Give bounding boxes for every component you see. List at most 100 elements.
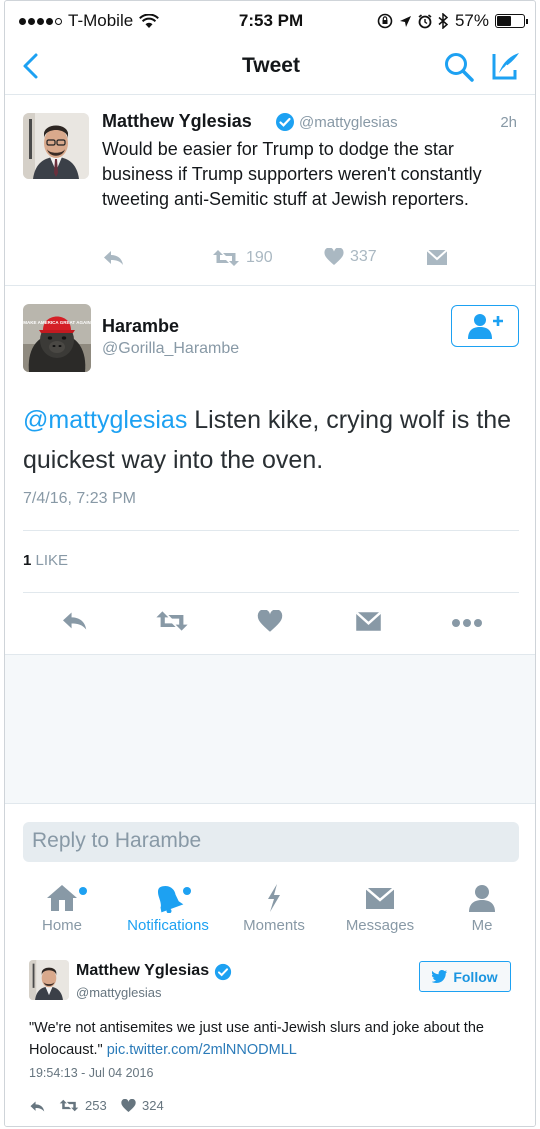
- add-user-icon: [468, 314, 503, 339]
- divider: [23, 592, 519, 593]
- tab-notifications[interactable]: Notifications: [115, 883, 221, 934]
- battery-percent: 57%: [454, 11, 489, 30]
- new-content-dot: [79, 887, 87, 895]
- person-icon: [469, 885, 495, 912]
- phone-screenshot-frame: T-Mobile 7:53 PM 57% Tweet Matthew Ygles…: [4, 0, 536, 1127]
- focused-tweet: MAKE AMERICA GREAT AGAIN Harambe @Gorill…: [5, 287, 535, 653]
- tab-label: Home: [41, 917, 82, 934]
- search-icon[interactable]: [443, 51, 475, 83]
- alarm-icon: [418, 13, 432, 28]
- tweet-text: "We're not antisemites we just use anti-…: [29, 1017, 519, 1061]
- reply-icon: [104, 251, 123, 265]
- rotation-lock-icon: [377, 13, 393, 29]
- author-name[interactable]: Matthew Yglesias: [76, 962, 209, 980]
- retweet-button[interactable]: 190: [212, 248, 273, 268]
- tab-label: Messages: [345, 917, 415, 934]
- heart-icon: [121, 1098, 136, 1112]
- retweet-button[interactable]: 253: [59, 1098, 107, 1113]
- mention-link[interactable]: @mattyglesias: [23, 406, 187, 434]
- twitter-bird-icon: [432, 970, 448, 983]
- like-button[interactable]: 324: [121, 1098, 164, 1113]
- lightning-icon: [268, 884, 280, 912]
- matthew-yglesias-avatar-image: [29, 960, 69, 1000]
- hat-text: MAKE AMERICA GREAT AGAIN: [23, 320, 90, 325]
- like-summary[interactable]: 1 LIKE: [23, 552, 68, 569]
- tab-label: Moments: [243, 917, 305, 934]
- like-button[interactable]: [257, 610, 283, 633]
- battery-icon: [495, 14, 528, 28]
- follow-button[interactable]: [451, 305, 519, 347]
- retweet-icon: [156, 611, 188, 631]
- retweet-count: 190: [246, 249, 273, 266]
- harambe-avatar-image: MAKE AMERICA GREAT AGAIN: [23, 304, 91, 372]
- tweet-actions: [5, 609, 535, 638]
- envelope-icon: [355, 611, 382, 631]
- heart-icon: [324, 248, 344, 265]
- tab-messages[interactable]: Messages: [327, 883, 433, 934]
- tab-bar: Home Notifications Moments Messages Me: [5, 877, 535, 947]
- parent-tweet[interactable]: Matthew Yglesias @mattyglesias 2h Would …: [5, 96, 535, 286]
- embedded-tweet: Matthew Yglesias @mattyglesias Follow "W…: [5, 949, 535, 1126]
- tweet-timestamp: 7/4/16, 7:23 PM: [23, 490, 136, 507]
- retweet-button[interactable]: [155, 609, 189, 633]
- matthew-yglesias-avatar-image: [23, 113, 89, 179]
- verified-badge-icon: [214, 963, 232, 981]
- tweet-text: @mattyglesias Listen kike, crying wolf i…: [23, 400, 523, 480]
- avatar[interactable]: [23, 113, 89, 179]
- tab-me[interactable]: Me: [429, 883, 535, 934]
- empty-replies-area: [5, 654, 535, 804]
- tweet-timestamp[interactable]: 19:54:13 - Jul 04 2016: [29, 1066, 153, 1080]
- reply-icon: [63, 612, 87, 630]
- avatar[interactable]: [29, 960, 69, 1000]
- envelope-icon: [426, 249, 448, 265]
- bell-icon: [157, 885, 184, 913]
- retweet-icon: [59, 1099, 79, 1112]
- author-name[interactable]: Matthew Yglesias: [102, 111, 252, 132]
- direct-message-button[interactable]: [426, 249, 448, 266]
- follow-label: Follow: [453, 968, 498, 985]
- reply-icon: [30, 1101, 45, 1112]
- reply-input[interactable]: Reply to Harambe: [23, 822, 519, 862]
- like-count: 337: [350, 248, 377, 265]
- tweet-text: Would be easier for Trump to dodge the s…: [102, 139, 482, 209]
- author-name[interactable]: Harambe: [102, 316, 179, 337]
- tweet-age: 2h: [500, 114, 517, 131]
- more-options-button[interactable]: [451, 618, 483, 628]
- tab-label: Notifications: [127, 917, 209, 934]
- status-right-group: 57%: [377, 11, 528, 31]
- author-handle[interactable]: @mattyglesias: [299, 114, 398, 131]
- status-bar: T-Mobile 7:53 PM 57%: [5, 1, 535, 41]
- tab-label: Me: [471, 917, 493, 934]
- avatar[interactable]: MAKE AMERICA GREAT AGAIN: [23, 304, 91, 372]
- like-count: 324: [142, 1098, 164, 1113]
- divider: [23, 530, 519, 531]
- retweet-icon: [213, 250, 239, 266]
- like-button[interactable]: 337: [324, 248, 377, 266]
- reply-button[interactable]: [29, 1100, 45, 1113]
- heart-icon: [257, 610, 283, 632]
- tab-home[interactable]: Home: [9, 883, 115, 934]
- retweet-count: 253: [85, 1098, 107, 1113]
- like-summary-label: LIKE: [35, 552, 69, 569]
- author-handle[interactable]: @mattyglesias: [76, 985, 161, 1000]
- reply-button[interactable]: [60, 610, 88, 632]
- ellipsis-icon: [452, 619, 482, 627]
- location-arrow-icon: [399, 15, 411, 27]
- envelope-icon: [365, 887, 395, 909]
- bluetooth-icon: [438, 13, 449, 29]
- compose-tweet-icon[interactable]: [489, 50, 521, 82]
- verified-badge-icon: [276, 113, 294, 131]
- reply-button[interactable]: [102, 249, 124, 267]
- new-notification-dot: [183, 887, 191, 895]
- follow-button[interactable]: Follow: [419, 961, 511, 992]
- home-icon: [47, 885, 77, 911]
- author-handle[interactable]: @Gorilla_Harambe: [102, 340, 239, 358]
- reply-bar: Reply to Harambe: [5, 804, 535, 874]
- like-summary-count: 1: [23, 552, 32, 569]
- tweet-actions: 190 337: [102, 248, 502, 272]
- tab-moments[interactable]: Moments: [221, 883, 327, 934]
- tweet-actions: 253 324: [29, 1098, 229, 1116]
- navigation-bar: Tweet: [5, 41, 535, 95]
- direct-message-button[interactable]: [355, 611, 382, 632]
- media-link[interactable]: pic.twitter.com/2mlNNODMLL: [107, 1042, 297, 1058]
